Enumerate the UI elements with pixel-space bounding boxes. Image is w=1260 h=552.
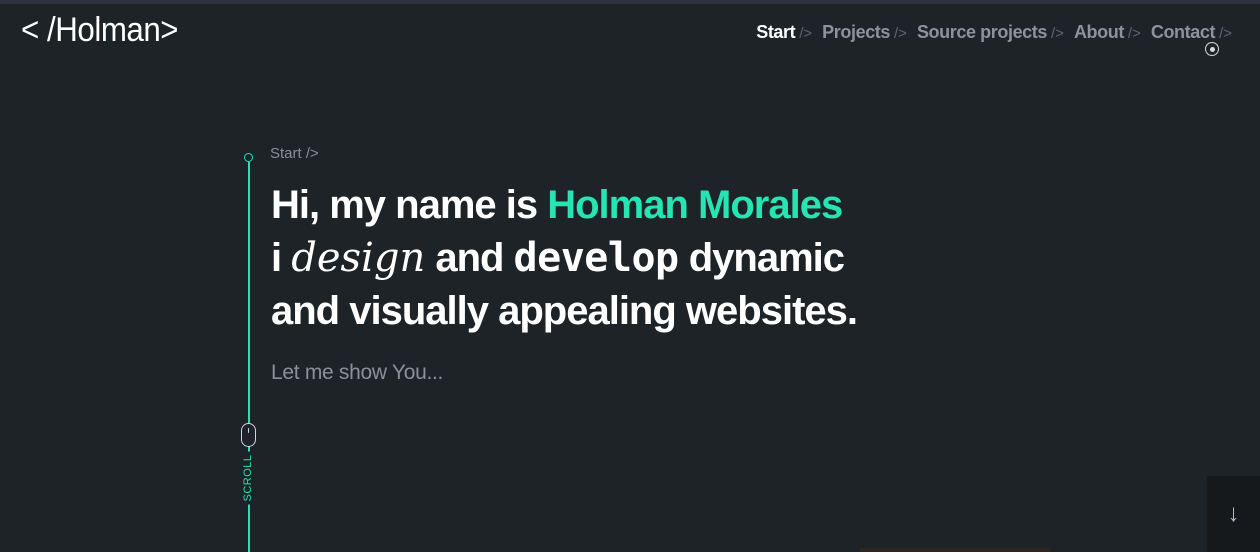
hero-line-3: and visually appealing websites. — [271, 289, 858, 333]
nav-item-about[interactable]: About /> — [1074, 19, 1141, 47]
hero-heading: Hi, my name is Holman Morales i design a… — [271, 179, 858, 338]
hero-i: i — [271, 236, 292, 280]
scroll-label: SCROLL — [242, 451, 254, 505]
nav-item-label: About — [1073, 22, 1124, 42]
nav-item-source-projects[interactable]: Source projects /> — [917, 19, 1064, 47]
nav-separator: /> — [894, 25, 907, 42]
nav-separator: /> — [1219, 25, 1232, 42]
nav-item-label: Start — [756, 22, 796, 42]
hero-word-design: design — [291, 235, 426, 281]
mouse-wheel — [247, 428, 249, 433]
hero-line-2: i design and develop dynamic — [271, 235, 845, 281]
hero-word-and: and — [425, 236, 514, 280]
hero-name: Holman Morales — [547, 183, 843, 227]
scroll-down-button[interactable]: ↓ — [1207, 476, 1260, 552]
hero-line-1: Hi, my name is Holman Morales — [271, 183, 843, 227]
section-breadcrumb: Start /> — [270, 145, 319, 162]
timeline-start-dot — [244, 153, 253, 162]
theme-toggle-icon[interactable] — [1205, 42, 1219, 56]
nav-separator: /> — [1051, 25, 1064, 42]
hero-word-dynamic: dynamic — [678, 236, 845, 280]
main-nav: Start /> Projects /> Source projects /> … — [746, 19, 1232, 47]
arrow-down-icon: ↓ — [1227, 500, 1240, 527]
nav-separator: /> — [799, 25, 813, 42]
theme-toggle-dot — [1209, 46, 1215, 52]
nav-separator: /> — [1127, 25, 1141, 42]
nav-item-start[interactable]: Start /> — [756, 19, 812, 47]
nav-item-contact[interactable]: Contact /> — [1151, 19, 1232, 47]
top-strip — [0, 0, 1260, 4]
bottom-glow — [860, 548, 1050, 552]
nav-item-label: Projects — [822, 22, 891, 42]
site-logo[interactable]: < /Holman> — [21, 8, 179, 52]
mouse-scroll-icon — [241, 423, 256, 447]
hero-greeting: Hi, my name is — [271, 183, 548, 227]
hero-word-develop: develop — [513, 235, 680, 281]
nav-item-label: Source projects — [916, 22, 1047, 42]
nav-item-projects[interactable]: Projects /> — [822, 19, 907, 47]
nav-item-label: Contact — [1150, 22, 1216, 42]
hero-subtitle: Let me show You... — [271, 361, 444, 384]
